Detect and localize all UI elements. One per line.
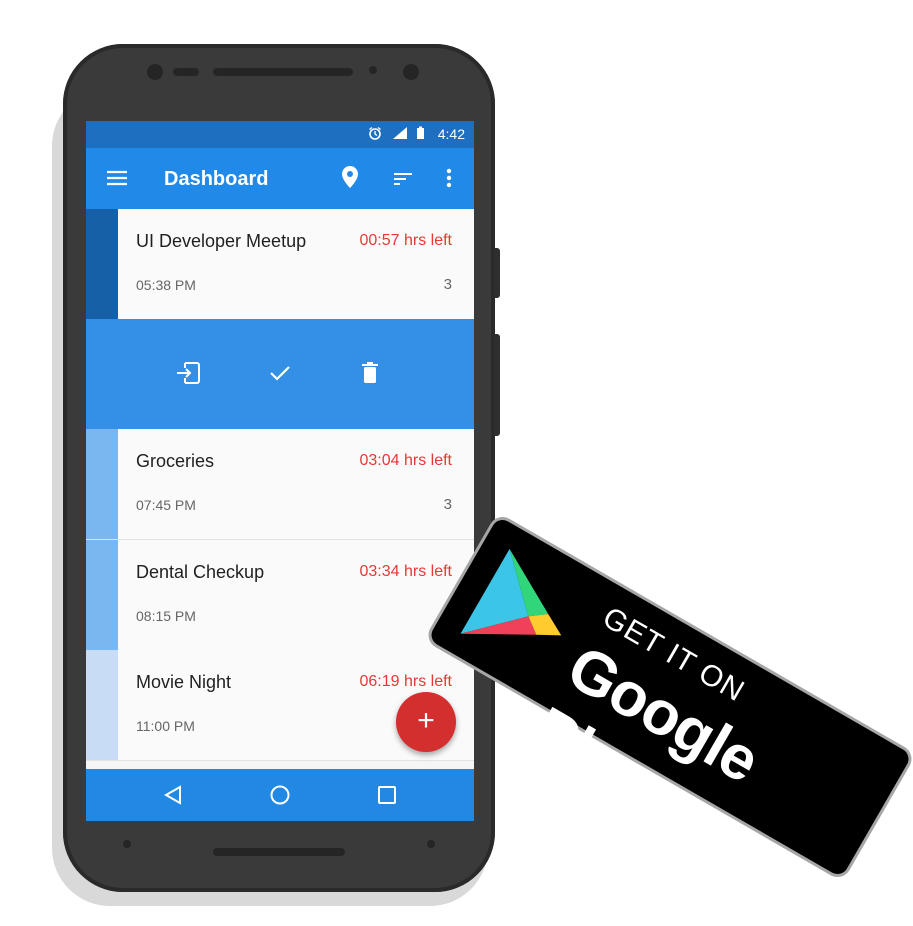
bottom-dot-right <box>427 840 435 848</box>
add-task-button[interactable]: + <box>396 692 456 752</box>
home-icon[interactable] <box>270 785 290 810</box>
task-name: Movie Night <box>136 672 232 692</box>
back-icon[interactable] <box>163 785 182 810</box>
task-name: Dental Checkup <box>136 562 265 582</box>
menu-icon[interactable] <box>106 169 128 192</box>
task-count: 3 <box>443 496 452 513</box>
task-time-left: 03:34 hrs left <box>359 563 453 580</box>
task-row[interactable]: Groceries 03:04 hrs left 07:45 PM 3 <box>86 429 474 540</box>
bottom-dot-left <box>123 840 131 848</box>
task-time-left: 03:04 hrs left <box>359 452 453 469</box>
task-priority-bar <box>86 540 118 650</box>
navigation-bar <box>86 769 474 821</box>
task-row[interactable]: Dental Checkup 03:34 hrs left 08:15 PM <box>86 540 474 651</box>
task-priority-bar <box>86 209 118 319</box>
move-icon[interactable] <box>176 362 200 389</box>
signal-icon <box>392 126 408 143</box>
page-title: Dashboard <box>164 168 269 190</box>
swipe-actions-row <box>86 319 474 429</box>
check-icon[interactable] <box>270 365 290 386</box>
battery-icon <box>416 126 425 143</box>
volume-button[interactable] <box>494 248 500 298</box>
delete-icon[interactable] <box>362 362 378 389</box>
status-bar: 4:42 <box>86 121 474 148</box>
power-button[interactable] <box>494 334 500 436</box>
task-name: Groceries <box>136 451 215 471</box>
recents-icon[interactable] <box>378 786 396 809</box>
more-vert-icon[interactable] <box>446 168 452 193</box>
task-time: 08:15 PM <box>136 608 196 624</box>
task-time: 11:00 PM <box>136 718 195 734</box>
task-name: UI Developer Meetup <box>136 231 307 251</box>
task-time-left: 00:57 hrs left <box>359 232 453 249</box>
bottom-speaker <box>213 848 345 856</box>
proximity-sensor <box>369 66 377 74</box>
speaker-slot-small <box>173 68 199 76</box>
status-time: 4:42 <box>437 126 465 142</box>
task-row[interactable]: UI Developer Meetup 00:57 hrs left 05:38… <box>86 209 474 320</box>
task-priority-bar <box>86 429 118 539</box>
app-bar: Dashboard <box>86 148 474 210</box>
front-camera <box>403 64 419 80</box>
sort-icon[interactable] <box>393 172 413 191</box>
task-time: 05:38 PM <box>136 277 196 293</box>
task-priority-bar <box>86 650 118 760</box>
phone-screen: 4:42 Dashboard UI Developer Meetup 00:57… <box>86 121 474 821</box>
task-time-left: 06:19 hrs left <box>359 673 453 690</box>
task-count: 3 <box>443 276 452 293</box>
alarm-icon <box>368 126 382 143</box>
earpiece-speaker <box>213 68 353 76</box>
task-time: 07:45 PM <box>136 497 196 513</box>
google-play-badge[interactable]: GET IT ON Google Play <box>423 511 913 883</box>
location-icon[interactable] <box>342 166 358 193</box>
front-sensor <box>147 64 163 80</box>
